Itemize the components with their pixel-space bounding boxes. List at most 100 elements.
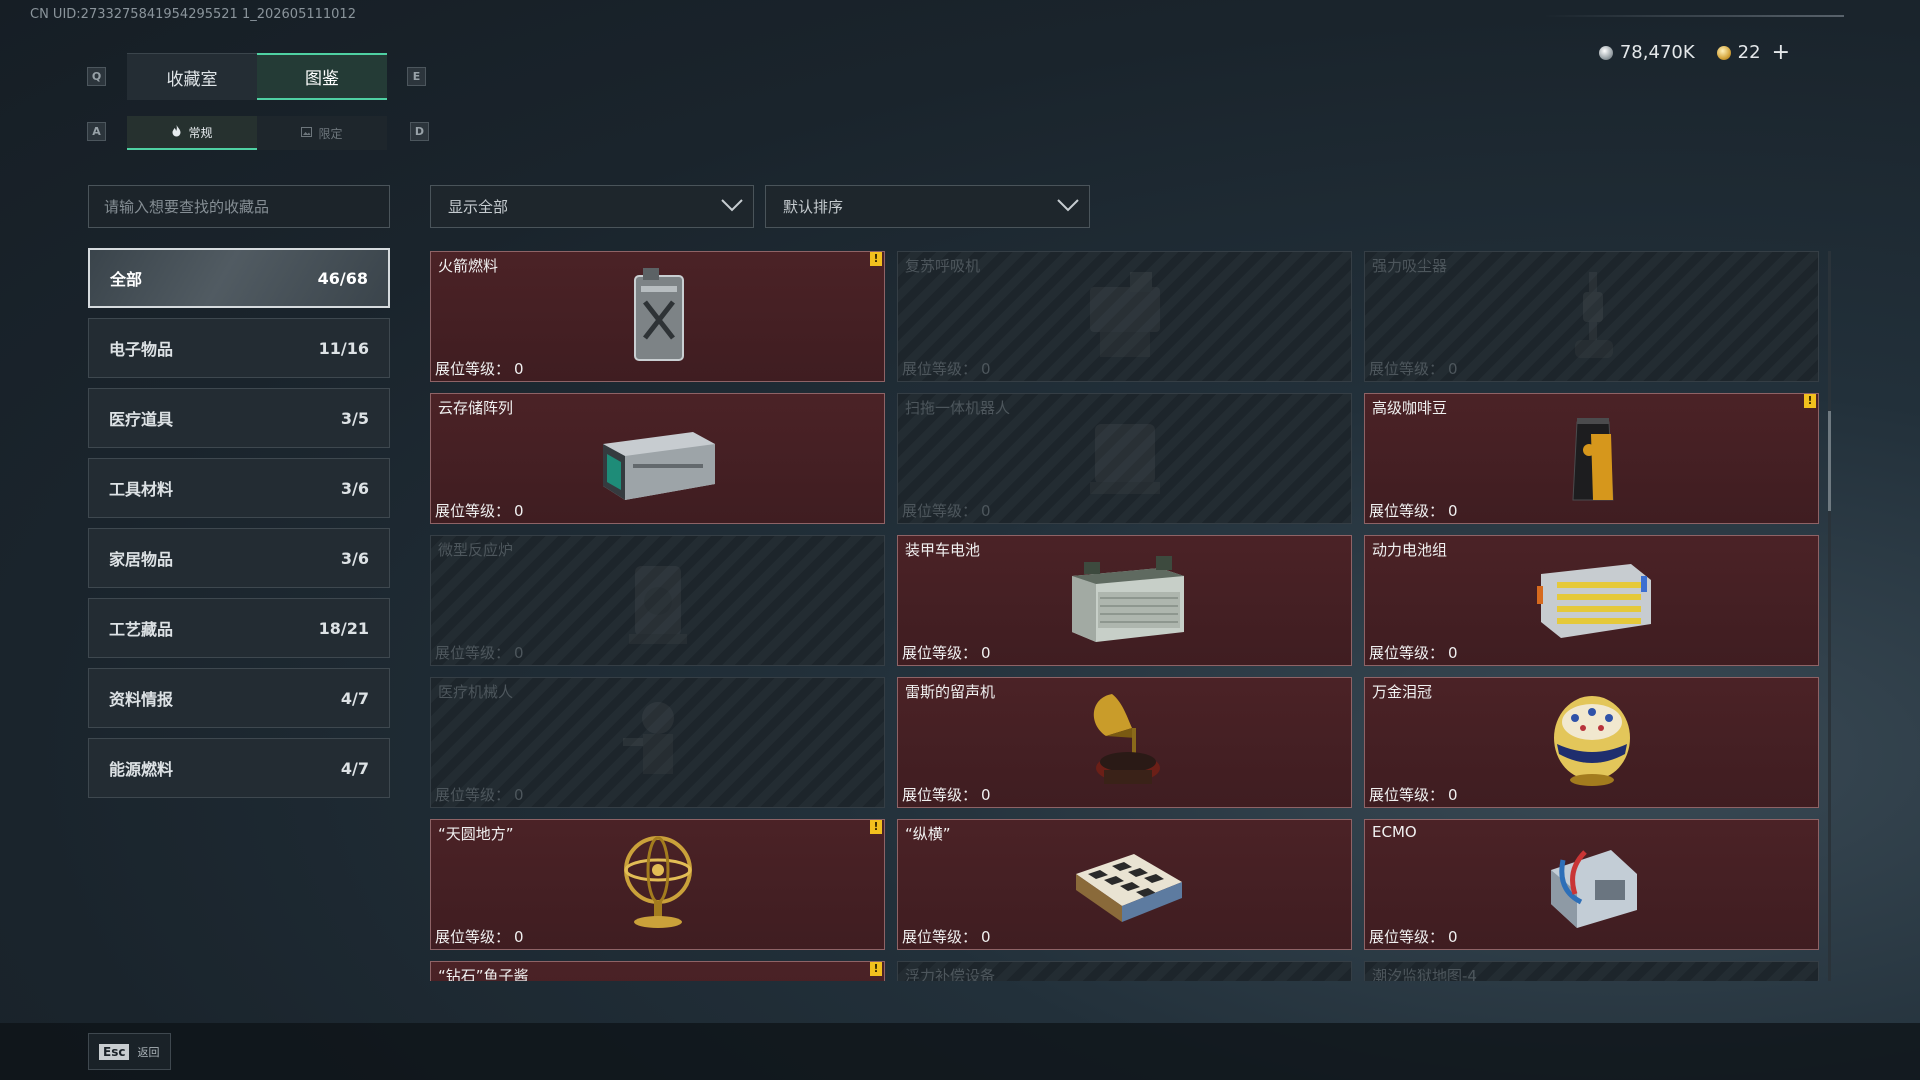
grid-scrollbar[interactable] xyxy=(1828,251,1831,981)
level-value: 0 xyxy=(1448,502,1458,520)
category-household[interactable]: 家居物品 3/6 xyxy=(88,528,390,588)
bottom-bar xyxy=(0,1023,1920,1080)
collection-item-card[interactable]: 雷斯的留声机 展位等级： 0 xyxy=(897,677,1352,808)
category-intel[interactable]: 资料情报 4/7 xyxy=(88,668,390,728)
level-label: 展位等级： xyxy=(902,360,978,378)
level-label: 展位等级： xyxy=(902,786,978,804)
back-button[interactable]: Esc 返回 xyxy=(88,1033,171,1070)
collection-item-card[interactable]: 医疗机械人展位等级： 0 xyxy=(430,677,885,808)
category-count: 4/7 xyxy=(340,688,369,708)
coffee-bag-icon xyxy=(1527,404,1657,514)
category-electronics[interactable]: 电子物品 11/16 xyxy=(88,318,390,378)
category-count: 3/6 xyxy=(340,478,369,498)
tab-collection-room[interactable]: 收藏室 xyxy=(127,53,257,100)
item-name: 高级咖啡豆 xyxy=(1372,399,1448,417)
robot-vacuum-icon xyxy=(1060,404,1190,514)
medical-robot-icon xyxy=(593,688,723,798)
currency-bar: 78,470K 22 + xyxy=(1598,40,1790,65)
item-level: 展位等级： 0 xyxy=(435,926,524,947)
level-value: 0 xyxy=(981,360,991,378)
level-label: 展位等级： xyxy=(902,644,978,662)
esc-key-hint: Esc xyxy=(99,1043,130,1060)
category-name: 资料情报 xyxy=(109,690,174,709)
tab-catalog[interactable]: 图鉴 xyxy=(257,53,387,100)
battery-pack-icon xyxy=(1527,546,1657,656)
collection-item-card[interactable]: 浮力补偿设备展位等级：0 xyxy=(897,961,1352,981)
level-label: 展位等级： xyxy=(1369,360,1445,378)
item-level: 展位等级： 0 xyxy=(1369,784,1458,805)
new-badge-icon: ! xyxy=(870,820,882,834)
silver-coin-icon xyxy=(1598,45,1613,60)
collection-item-card[interactable]: 火箭燃料 展位等级： 0! xyxy=(430,251,885,382)
level-label: 展位等级： xyxy=(902,502,978,520)
item-name: 微型反应炉 xyxy=(438,541,514,559)
item-level: 展位等级： 0 xyxy=(902,926,991,947)
item-level: 展位等级： 0 xyxy=(902,358,991,379)
item-level: 展位等级： 0 xyxy=(1369,500,1458,521)
sort-value: 默认排序 xyxy=(783,198,844,216)
image-icon xyxy=(301,126,313,141)
item-name: 装甲车电池 xyxy=(905,541,981,559)
category-count: 18/21 xyxy=(318,618,369,638)
level-label: 展位等级： xyxy=(1369,502,1445,520)
collection-item-card[interactable]: “天圆地方” 展位等级： 0! xyxy=(430,819,885,950)
level-value: 0 xyxy=(981,502,991,520)
top-decor-line xyxy=(1544,15,1844,17)
item-name: 医疗机械人 xyxy=(438,683,514,701)
item-level: 展位等级： 0 xyxy=(435,784,524,805)
silver-amount: 78,470K xyxy=(1619,42,1695,63)
level-label: 展位等级： xyxy=(1369,786,1445,804)
level-label: 展位等级： xyxy=(435,360,511,378)
category-energy[interactable]: 能源燃料 4/7 xyxy=(88,738,390,798)
item-name: “纵横” xyxy=(905,825,951,843)
category-all[interactable]: 全部 46/68 xyxy=(88,248,390,308)
silver-currency: 78,470K xyxy=(1598,42,1695,63)
sub-tabs: 常规 限定 xyxy=(127,116,387,150)
item-name: 潮汐监狱地图-4 xyxy=(1372,967,1477,981)
collection-item-card[interactable]: 云存储阵列 展位等级： 0 xyxy=(430,393,885,524)
level-value: 0 xyxy=(1448,928,1458,946)
item-level: 展位等级： 0 xyxy=(435,358,524,379)
level-label: 展位等级： xyxy=(902,928,978,946)
collection-item-card[interactable]: “钻石”鱼子酱展位等级：0! xyxy=(430,961,885,981)
collection-item-card[interactable]: 万金泪冠 展位等级： 0 xyxy=(1364,677,1819,808)
level-value: 0 xyxy=(514,644,524,662)
collection-item-card[interactable]: 微型反应炉 展位等级： 0 xyxy=(430,535,885,666)
category-medical[interactable]: 医疗道具 3/5 xyxy=(88,388,390,448)
collection-item-card[interactable]: 潮汐监狱地图-4展位等级：0 xyxy=(1364,961,1819,981)
search-input[interactable] xyxy=(88,185,390,228)
map-icon xyxy=(1527,972,1657,982)
level-label: 展位等级： xyxy=(1369,644,1445,662)
level-label: 展位等级： xyxy=(435,502,511,520)
subtab-regular[interactable]: 常规 xyxy=(127,116,257,150)
category-name: 工具材料 xyxy=(109,480,174,499)
category-name: 医疗道具 xyxy=(109,410,174,429)
collection-item-card[interactable]: 高级咖啡豆展位等级： 0! xyxy=(1364,393,1819,524)
new-badge-icon: ! xyxy=(1804,394,1816,408)
collection-item-card[interactable]: 扫拖一体机器人 展位等级： 0 xyxy=(897,393,1352,524)
category-crafts[interactable]: 工艺藏品 18/21 xyxy=(88,598,390,658)
add-currency-button[interactable]: + xyxy=(1772,40,1790,65)
category-tools[interactable]: 工具材料 3/6 xyxy=(88,458,390,518)
item-level: 展位等级： 0 xyxy=(902,500,991,521)
collection-item-card[interactable]: “纵横” 展位等级： 0 xyxy=(897,819,1352,950)
item-name: 强力吸尘器 xyxy=(1372,257,1448,275)
sort-dropdown[interactable]: 默认排序 xyxy=(765,185,1090,228)
item-name: 动力电池组 xyxy=(1372,541,1448,559)
collection-item-card[interactable]: 装甲车电池 展位等级： 0 xyxy=(897,535,1352,666)
main-tabs: 收藏室 图鉴 xyxy=(127,53,387,100)
scrollbar-thumb[interactable] xyxy=(1828,411,1831,511)
category-count: 11/16 xyxy=(318,338,369,358)
item-level: 展位等级： 0 xyxy=(1369,642,1458,663)
collection-item-card[interactable]: 动力电池组展位等级： 0 xyxy=(1364,535,1819,666)
collection-item-card[interactable]: ECMO 展位等级： 0 xyxy=(1364,819,1819,950)
vacuum-icon xyxy=(1527,262,1657,372)
jeweled-egg-icon xyxy=(1527,688,1657,798)
display-filter-dropdown[interactable]: 显示全部 xyxy=(430,185,754,228)
flame-icon xyxy=(171,124,182,140)
level-value: 0 xyxy=(514,360,524,378)
category-name: 家居物品 xyxy=(109,550,174,569)
subtab-limited[interactable]: 限定 xyxy=(257,116,387,150)
collection-item-card[interactable]: 强力吸尘器 展位等级： 0 xyxy=(1364,251,1819,382)
collection-item-card[interactable]: 复苏呼吸机 展位等级： 0 xyxy=(897,251,1352,382)
